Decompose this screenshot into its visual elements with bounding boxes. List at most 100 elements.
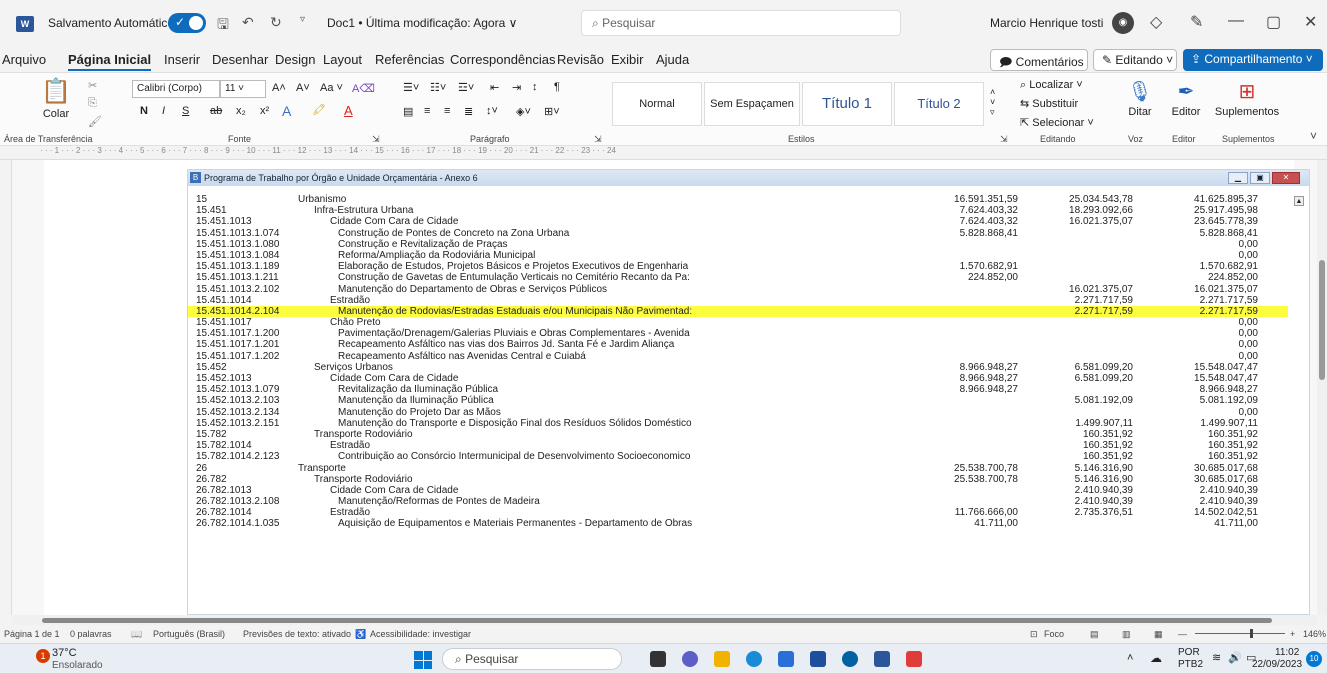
tab-ajuda[interactable]: Ajuda	[656, 52, 689, 67]
keyboard-layout[interactable]: PTB2	[1178, 659, 1203, 670]
table-row[interactable]: 26.782 Transporte Rodoviário 25.538.700,78…	[188, 474, 1288, 485]
table-row[interactable]: 15.452.1013.2.134 Manutenção do Projeto D…	[188, 407, 1288, 418]
table-row[interactable]: 26.782.1013 Cidade Com Cara de Cidade 2.41…	[188, 485, 1288, 496]
paste-button[interactable]: 📋 Colar	[36, 77, 76, 125]
strikethrough-button[interactable]: ab	[210, 105, 222, 117]
styles-dialog-launcher-icon[interactable]: ⇲	[1000, 134, 1008, 145]
editor-button[interactable]: ✒ Editor	[1166, 79, 1206, 118]
select-button[interactable]: ⇱ Selecionar ˅	[1020, 116, 1094, 129]
web-layout-icon[interactable]: ▦	[1154, 629, 1163, 640]
zoom-slider-thumb[interactable]	[1250, 629, 1253, 638]
avatar[interactable]: ◉	[1112, 12, 1134, 34]
copy-icon[interactable]: ⎘	[88, 97, 97, 110]
editing-mode-button[interactable]: ✎ Editando ˅	[1093, 49, 1177, 71]
close-icon[interactable]: ✕	[1304, 12, 1317, 32]
font-color-icon[interactable]: A	[344, 103, 353, 118]
language-status[interactable]: Português (Brasil)	[153, 629, 225, 639]
mail-icon[interactable]	[810, 651, 826, 667]
table-row[interactable]: 15.451.1014 Estradão 2.271.717,59 2.271.717…	[188, 295, 1288, 306]
highlight-icon[interactable]: 🖍	[312, 103, 326, 116]
tab-correspondencias[interactable]: Correspondências	[450, 52, 556, 67]
tab-exibir[interactable]: Exibir	[611, 52, 644, 67]
horizontal-scrollbar[interactable]	[12, 615, 1317, 625]
table-row[interactable]: 15.451.1017.1.201 Recapeamento Asfáltico …	[188, 339, 1288, 350]
style-normal[interactable]: Normal	[612, 82, 702, 126]
zoom-level[interactable]: 146%	[1303, 629, 1326, 639]
taskbar-search[interactable]: ⌕ Pesquisar	[442, 648, 622, 670]
comments-button[interactable]: 🗩 Comentários	[990, 49, 1088, 71]
align-right-icon[interactable]: ≡	[444, 105, 450, 117]
weather-widget[interactable]: 1 37°C Ensolarado	[36, 647, 126, 673]
replace-button[interactable]: ⇆ Substituir	[1020, 97, 1078, 110]
tab-pagina-inicial[interactable]: Página Inicial	[68, 52, 152, 71]
edge-icon[interactable]	[746, 651, 762, 667]
font-grow-icon[interactable]: A˄	[272, 82, 286, 94]
vertical-scroll-thumb[interactable]	[1319, 260, 1325, 380]
table-row[interactable]: 26.782.1013.2.108 Manutenção/Reformas de …	[188, 496, 1288, 507]
table-row[interactable]: 15.452.1013.1.079 Revitalização da Ilumin…	[188, 384, 1288, 395]
proofing-icon[interactable]: 📖	[131, 629, 142, 640]
word-taskbar-icon[interactable]	[874, 651, 890, 667]
paragraph-dialog-launcher-icon[interactable]: ⇲	[594, 134, 602, 145]
table-row[interactable]: 15.451.1013 Cidade Com Cara de Cidade 7.62…	[188, 216, 1288, 227]
shading-icon[interactable]: ◈˅	[516, 105, 531, 118]
bold-button[interactable]: N	[140, 105, 148, 117]
file-explorer-icon[interactable]	[714, 651, 730, 667]
wifi-icon[interactable]: ≋	[1212, 651, 1221, 664]
change-case-icon[interactable]: Aa ˅	[320, 82, 343, 94]
find-button[interactable]: ⌕ Localizar ˅	[1020, 79, 1083, 92]
collapse-ribbon-icon[interactable]: ˅	[1310, 129, 1317, 143]
zoom-out-icon[interactable]: —	[1178, 629, 1187, 639]
chat-icon[interactable]	[682, 651, 698, 667]
table-row[interactable]: 15.451.1013.2.102 Manutenção do Departame…	[188, 284, 1288, 295]
redo-icon[interactable]: ↻	[270, 14, 282, 31]
justify-icon[interactable]: ≣	[464, 105, 473, 118]
input-language[interactable]: POR	[1178, 647, 1200, 658]
align-center-icon[interactable]: ≡	[424, 105, 430, 117]
table-row[interactable]: 15.451.1013.1.211 Construção de Gavetas d…	[188, 272, 1288, 283]
document-title[interactable]: Doc1 • Última modificação: Agora ∨	[327, 16, 517, 30]
embedded-close-icon[interactable]: ✕	[1272, 172, 1300, 184]
table-row[interactable]: 26.782.1014.1.035 Aquisição de Equipament…	[188, 518, 1288, 529]
tab-desenhar[interactable]: Desenhar	[212, 52, 268, 67]
borders-icon[interactable]: ⊞˅	[544, 105, 560, 118]
tab-inserir[interactable]: Inserir	[164, 52, 200, 67]
cut-icon[interactable]: ✂	[88, 79, 97, 92]
tab-layout[interactable]: Layout	[323, 52, 362, 67]
table-row[interactable]: 15.451.1017.1.200 Pavimentação/Drenagem/G…	[188, 328, 1288, 339]
other-app-icon[interactable]	[906, 651, 922, 667]
dictate-button[interactable]: 🎙 Ditar	[1120, 79, 1160, 118]
table-row[interactable]: 26 Transporte 25.538.700,78 5.146.316,90 30.…	[188, 463, 1288, 474]
zoom-slider[interactable]	[1195, 629, 1285, 638]
tab-referencias[interactable]: Referências	[375, 52, 444, 67]
show-hidden-icons-icon[interactable]: ˄	[1127, 652, 1133, 664]
horizontal-scroll-thumb[interactable]	[42, 618, 1272, 623]
vertical-scrollbar[interactable]	[1317, 160, 1327, 615]
share-button[interactable]: ⇪ Compartilhamento ˅	[1183, 49, 1323, 71]
clock-time[interactable]: 11:02	[1275, 647, 1299, 658]
font-dialog-launcher-icon[interactable]: ⇲	[372, 134, 380, 145]
table-row[interactable]: 15.782.1014.2.123 Contribuição ao Consórc…	[188, 451, 1288, 462]
text-predictions-status[interactable]: Previsões de texto: ativado	[243, 629, 351, 639]
style-no-spacing[interactable]: Sem Espaçamen	[704, 82, 800, 126]
onedrive-icon[interactable]: ☁	[1150, 651, 1162, 665]
italic-button[interactable]: I	[162, 105, 165, 117]
align-left-icon[interactable]: ▤	[403, 105, 413, 118]
style-heading1[interactable]: Título 1	[802, 82, 892, 126]
table-row[interactable]: 15.451.1013.1.080 Construção e Revitaliza…	[188, 239, 1288, 250]
table-row[interactable]: 15.452 Serviços Urbanos 8.966.948,27 6.581.…	[188, 362, 1288, 373]
font-shrink-icon[interactable]: A˅	[296, 82, 310, 94]
table-row[interactable]: 15.451.1013.1.189 Elaboração de Estudos, …	[188, 261, 1288, 272]
save-icon[interactable]: 🖫	[217, 14, 229, 38]
print-layout-icon[interactable]: ▥	[1122, 629, 1131, 640]
dell-icon[interactable]	[842, 651, 858, 667]
table-row[interactable]: 15.451.1017 Chão Preto 0,00	[188, 317, 1288, 328]
show-marks-icon[interactable]: ¶	[554, 81, 560, 93]
start-button[interactable]	[414, 651, 432, 669]
table-row[interactable]: 15.452.1013.2.103 Manutenção da Iluminaçã…	[188, 395, 1288, 406]
table-row[interactable]: 15.451.1013.1.084 Reforma/Ampliação da Ro…	[188, 250, 1288, 261]
notification-badge[interactable]: 10	[1306, 651, 1322, 667]
table-row[interactable]: 15.452.1013 Cidade Com Cara de Cidade 8.96…	[188, 373, 1288, 384]
underline-button[interactable]: S	[182, 105, 189, 117]
clock-date[interactable]: 22/09/2023	[1252, 659, 1302, 670]
